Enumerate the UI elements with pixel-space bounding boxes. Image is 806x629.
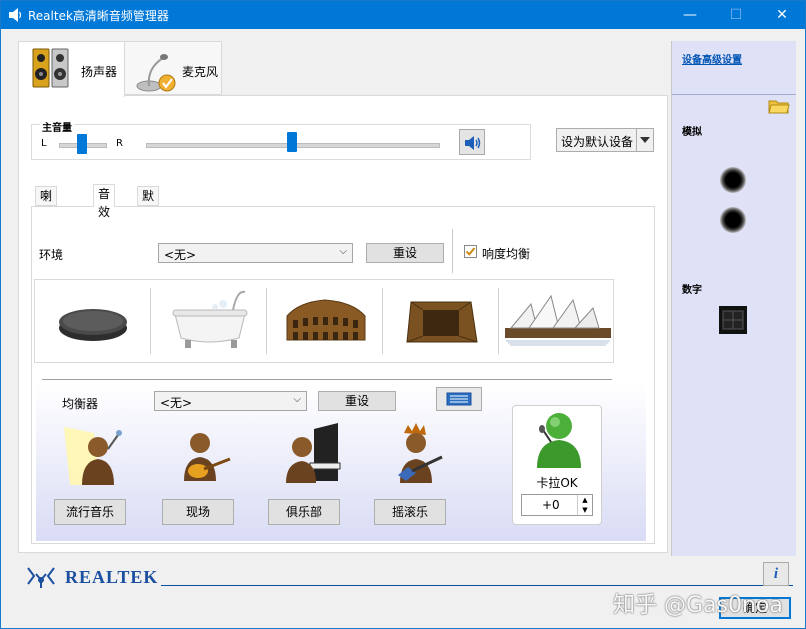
eq-preset-club-button[interactable]: 俱乐部 — [268, 499, 340, 525]
tab-sound-effects[interactable]: 音效 — [93, 184, 116, 219]
equalizer-dropdown[interactable]: <无> ⌵ — [154, 391, 307, 411]
bathtub-icon — [172, 290, 248, 348]
env-preset-bathroom[interactable] — [153, 280, 267, 362]
set-default-device-label: 设为默认设备 — [561, 135, 634, 149]
audio-jack-icon[interactable] — [720, 207, 746, 233]
environment-presets — [34, 279, 614, 363]
guitarist-icon — [184, 433, 231, 481]
opera-house-icon — [505, 294, 611, 346]
stepper-up-icon[interactable]: ▲ — [577, 495, 592, 505]
master-volume-title: 主音量 — [40, 119, 74, 134]
eq-preset-club-image[interactable] — [270, 419, 350, 489]
title-bar[interactable]: Realtek高清晰音频管理器 — ☐ ✕ — [1, 1, 805, 29]
graphic-eq-button[interactable] — [436, 387, 482, 411]
device-content: 主音量 L R 设为默认设备 喇叭组态 — [18, 95, 668, 553]
tab-microphone-label: 麦克风 — [182, 65, 219, 79]
divider — [42, 379, 612, 380]
speaker-volume-icon — [463, 133, 483, 156]
tab-speakers-label: 扬声器 — [81, 65, 118, 79]
equalizer-icon — [446, 392, 472, 406]
tab-default-format[interactable]: 默认格式 — [137, 186, 160, 257]
divider — [382, 288, 383, 354]
divider — [150, 288, 151, 354]
tab-microphone[interactable]: 麦克风 — [124, 41, 222, 95]
equalizer-reset-button[interactable]: 重设 — [318, 391, 396, 411]
volume-slider-thumb[interactable] — [287, 132, 297, 152]
divider — [672, 94, 796, 95]
digital-label: 数字 — [682, 285, 702, 296]
tab-speaker-config[interactable]: 喇叭组态 — [35, 186, 58, 257]
environment-label: 环境 — [39, 248, 64, 262]
main-panel: 扬声器 麦克风 主音量 L R 设为默认设备 喇 音效 默 环境 <无> ⌵ 重… — [18, 41, 668, 553]
close-button[interactable]: ✕ — [759, 1, 805, 29]
env-preset-sewer[interactable] — [385, 280, 499, 362]
loudness-checkbox[interactable] — [464, 245, 477, 258]
divider — [498, 288, 499, 354]
eq-preset-rock-button[interactable]: 摇滚乐 — [374, 499, 446, 525]
karaoke-value: +0 — [542, 498, 560, 512]
loudness-label: 响度均衡 — [482, 247, 531, 261]
chevron-down-icon: ⌵ — [293, 394, 301, 405]
eq-preset-pop-image[interactable] — [54, 419, 134, 489]
window-title: Realtek高清晰音频管理器 — [28, 9, 169, 23]
analog-label: 模拟 — [682, 127, 702, 138]
microphone-icon — [133, 48, 183, 97]
stone-icon — [59, 309, 127, 341]
balance-left-label: L — [41, 138, 47, 149]
maximize-button[interactable]: ☐ — [713, 1, 759, 29]
eq-preset-live-button[interactable]: 现场 — [162, 499, 234, 525]
app-window: Realtek高清晰音频管理器 — ☐ ✕ 扬声器 麦克风 主音量 L R 设为… — [0, 0, 806, 629]
dropdown-arrow-icon[interactable] — [636, 129, 653, 151]
minimize-button[interactable]: — — [667, 1, 713, 29]
sewer-pipe-icon — [406, 301, 478, 343]
divider — [452, 229, 453, 273]
speaker-app-icon — [7, 7, 23, 23]
stepper-down-icon[interactable]: ▼ — [577, 505, 592, 515]
watermark: 知乎 @Gas0noa — [613, 593, 783, 618]
karaoke-singer-icon — [537, 413, 581, 468]
advanced-settings-link[interactable]: 设备高级设置 — [682, 51, 742, 66]
pop-singer-icon — [64, 427, 122, 485]
balance-slider-thumb[interactable] — [77, 134, 87, 154]
rock-guitarist-icon — [398, 423, 443, 483]
karaoke-panel: 卡拉OK +0 ▲ ▼ — [512, 405, 602, 525]
set-default-device-dropdown[interactable]: 设为默认设备 — [556, 128, 654, 152]
env-preset-opera-house[interactable] — [501, 280, 615, 362]
equalizer-selected: <无> — [160, 396, 193, 410]
audio-jack-icon[interactable] — [720, 167, 746, 193]
effects-panel: 环境 <无> ⌵ 重设 响度均衡 均衡器 <无> ⌵ 重设 流行音乐 现场 俱乐… — [31, 206, 655, 544]
realtek-crab-logo — [24, 564, 58, 593]
karaoke-label: 卡拉OK — [536, 476, 578, 490]
eq-preset-live-image[interactable] — [164, 419, 244, 489]
divider — [161, 585, 793, 586]
eq-preset-rock-image[interactable] — [376, 419, 456, 489]
folder-icon[interactable] — [768, 97, 790, 118]
environment-selected: <无> — [164, 248, 197, 262]
equalizer-label: 均衡器 — [62, 397, 99, 411]
balance-right-label: R — [116, 138, 123, 149]
environment-dropdown[interactable]: <无> ⌵ — [158, 243, 353, 263]
tab-speakers[interactable]: 扬声器 — [18, 41, 125, 97]
info-button[interactable]: i — [763, 562, 789, 586]
mute-button[interactable] — [459, 129, 485, 155]
connector-panel: 设备高级设置 模拟 数字 — [671, 41, 796, 556]
eq-preset-pop-button[interactable]: 流行音乐 — [54, 499, 126, 525]
digital-port-icon[interactable] — [719, 306, 747, 337]
realtek-logo-text: REALTEK — [65, 567, 159, 587]
env-preset-stone[interactable] — [37, 280, 151, 362]
chevron-down-icon: ⌵ — [339, 246, 347, 257]
master-volume-group: 主音量 L R — [31, 119, 531, 160]
environment-reset-button[interactable]: 重设 — [366, 243, 444, 263]
env-preset-colosseum[interactable] — [269, 280, 383, 362]
speaker-icon — [31, 46, 71, 93]
check-icon — [465, 247, 476, 256]
karaoke-stepper[interactable]: +0 ▲ ▼ — [521, 494, 593, 516]
divider — [266, 288, 267, 354]
colosseum-icon — [286, 299, 366, 341]
pianist-icon — [286, 423, 341, 483]
